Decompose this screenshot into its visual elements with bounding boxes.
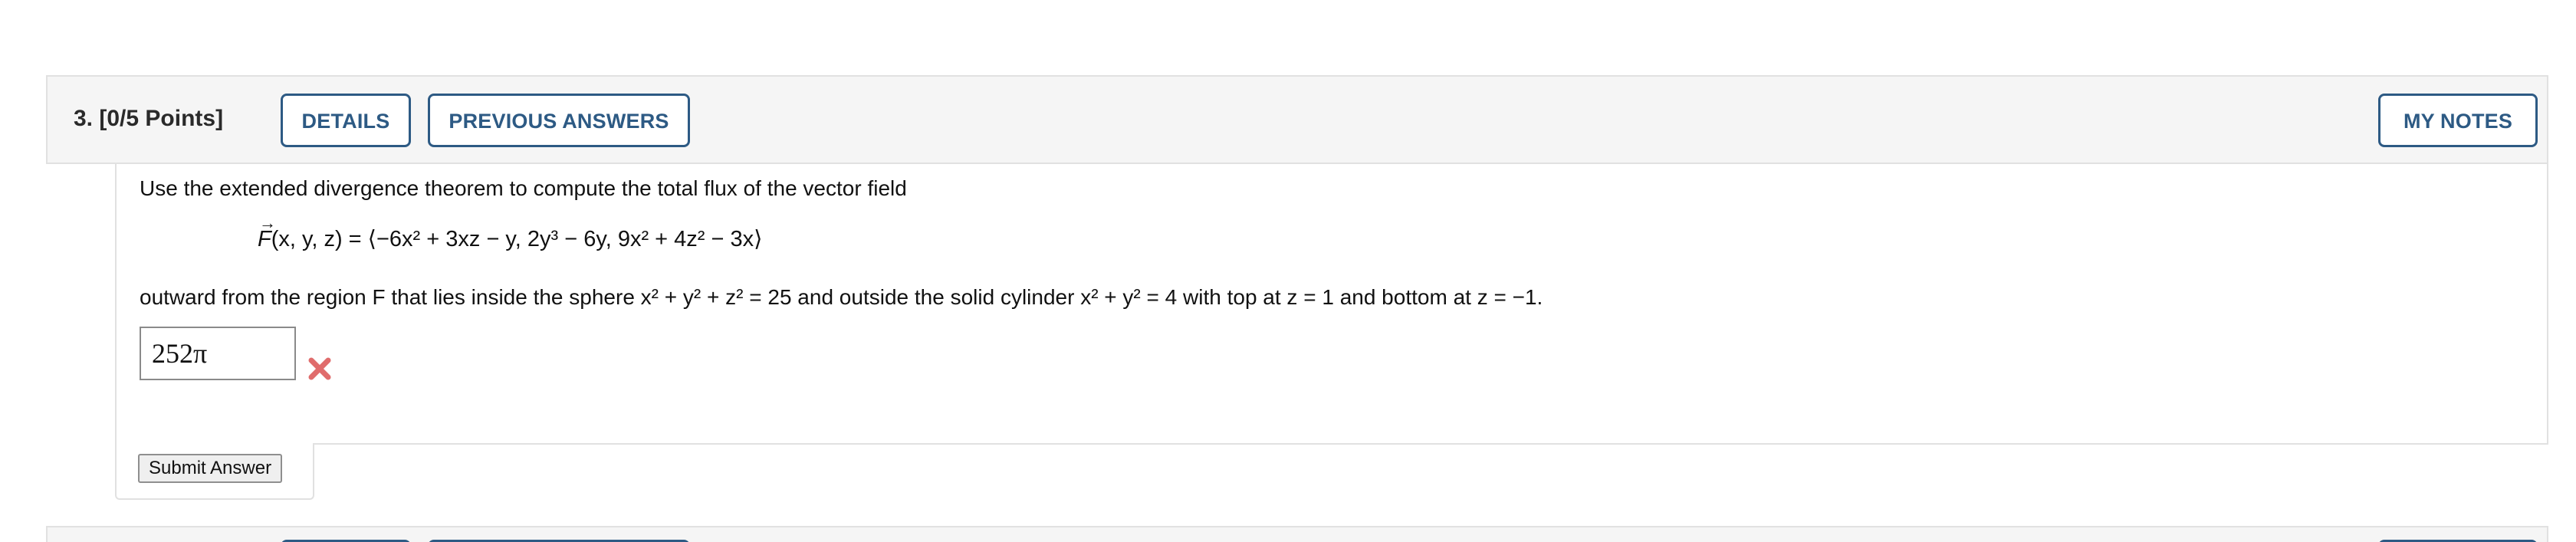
vector-symbol: → F <box>258 213 276 251</box>
next-question-header <box>46 526 2548 542</box>
field-arguments: (x, y, z) = <box>271 227 368 251</box>
submit-answer-button[interactable]: Submit Answer <box>138 454 283 483</box>
submit-area: Submit Answer <box>115 443 314 500</box>
question-number: 3. <box>74 106 94 131</box>
previous-answers-button[interactable]: PREVIOUS ANSWERS <box>428 94 690 147</box>
page: 3. [0/5 Points] DETAILS PREVIOUS ANSWERS… <box>0 0 2576 542</box>
question-body: Use the extended divergence theorem to c… <box>115 164 2548 445</box>
points-label: [0/5 Points] <box>99 106 224 131</box>
vector-field-formula: → F(x, y, z) = ⟨−6x² + 3xz − y, 2y³ − 6y,… <box>258 213 763 252</box>
my-notes-button[interactable]: MY NOTES <box>2378 94 2538 147</box>
field-components: ⟨−6x² + 3xz − y, 2y³ − 6y, 9x² + 4z² − 3… <box>367 227 763 251</box>
problem-intro: Use the extended divergence theorem to c… <box>140 176 907 200</box>
details-button[interactable]: DETAILS <box>281 94 411 147</box>
region-description: outward from the region F that lies insi… <box>140 285 1543 309</box>
x-mark-icon <box>308 357 331 380</box>
question-header: 3. [0/5 Points] DETAILS PREVIOUS ANSWERS… <box>46 75 2548 164</box>
question-title: 3. [0/5 Points] <box>74 106 223 132</box>
answer-input[interactable]: 252π <box>140 327 296 380</box>
vector-arrow-icon: → <box>259 213 276 232</box>
